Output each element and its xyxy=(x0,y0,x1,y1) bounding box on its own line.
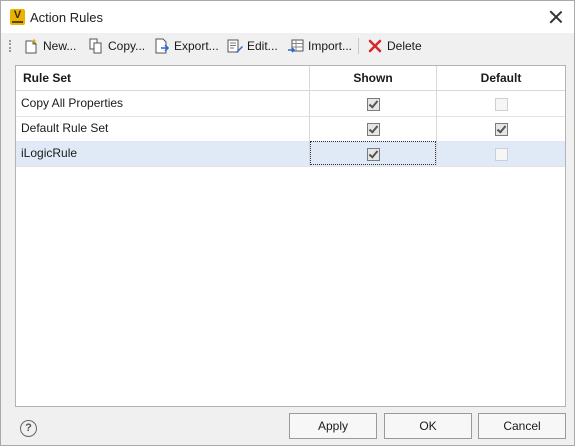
new-button-label: New... xyxy=(43,39,77,53)
cancel-button[interactable]: Cancel xyxy=(478,413,566,439)
shown-checkbox[interactable] xyxy=(367,148,380,161)
delete-x-icon xyxy=(368,39,382,53)
column-header-default[interactable]: Default xyxy=(437,66,565,90)
export-button[interactable]: Export... xyxy=(154,36,219,56)
table-row-selected[interactable]: iLogicRule xyxy=(16,141,565,167)
copy-icon xyxy=(89,38,102,54)
export-icon xyxy=(155,38,170,54)
delete-button[interactable]: Delete xyxy=(367,36,422,56)
column-header-shown[interactable]: Shown xyxy=(310,66,436,90)
default-checkbox xyxy=(495,98,508,111)
rule-sets-table: Rule Set Shown Default Copy All Properti… xyxy=(15,65,566,407)
column-divider xyxy=(309,66,310,165)
rule-set-name: Default Rule Set xyxy=(21,121,109,135)
ok-button[interactable]: OK xyxy=(384,413,472,439)
window-title: Action Rules xyxy=(30,10,103,25)
table-row[interactable]: Default Rule Set xyxy=(16,116,565,142)
import-button[interactable]: Import... xyxy=(288,36,352,56)
new-document-icon xyxy=(25,38,37,54)
column-header-rule-set[interactable]: Rule Set xyxy=(23,66,71,90)
default-checkbox[interactable] xyxy=(495,123,508,136)
shown-checkbox[interactable] xyxy=(367,123,380,136)
import-button-label: Import... xyxy=(308,39,353,53)
edit-icon xyxy=(227,39,243,53)
new-button[interactable]: New... xyxy=(23,36,76,56)
apply-button[interactable]: Apply xyxy=(289,413,377,439)
title-bar: V Action Rules xyxy=(1,1,574,33)
toolbar: New... Copy... Export... Edit... Import.… xyxy=(1,33,574,59)
close-icon[interactable] xyxy=(549,10,563,24)
help-icon[interactable]: ? xyxy=(20,420,37,437)
shown-checkbox[interactable] xyxy=(367,98,380,111)
action-rules-dialog: V Action Rules New... Copy... Export... … xyxy=(0,0,575,446)
copy-button[interactable]: Copy... xyxy=(88,36,145,56)
edit-button[interactable]: Edit... xyxy=(227,36,278,56)
export-button-label: Export... xyxy=(174,39,219,53)
import-icon xyxy=(288,39,304,53)
table-row[interactable]: Copy All Properties xyxy=(16,91,565,117)
table-header: Rule Set Shown Default xyxy=(16,66,565,91)
app-icon-letter: V xyxy=(13,9,22,21)
default-checkbox xyxy=(495,148,508,161)
app-icon: V xyxy=(10,9,25,25)
toolbar-separator xyxy=(358,38,359,54)
rule-set-name: iLogicRule xyxy=(21,146,78,160)
copy-button-label: Copy... xyxy=(108,39,146,53)
edit-button-label: Edit... xyxy=(247,39,278,53)
toolbar-grip[interactable] xyxy=(9,40,13,52)
column-divider xyxy=(436,66,437,165)
rule-set-name: Copy All Properties xyxy=(21,96,124,110)
delete-button-label: Delete xyxy=(387,39,422,53)
